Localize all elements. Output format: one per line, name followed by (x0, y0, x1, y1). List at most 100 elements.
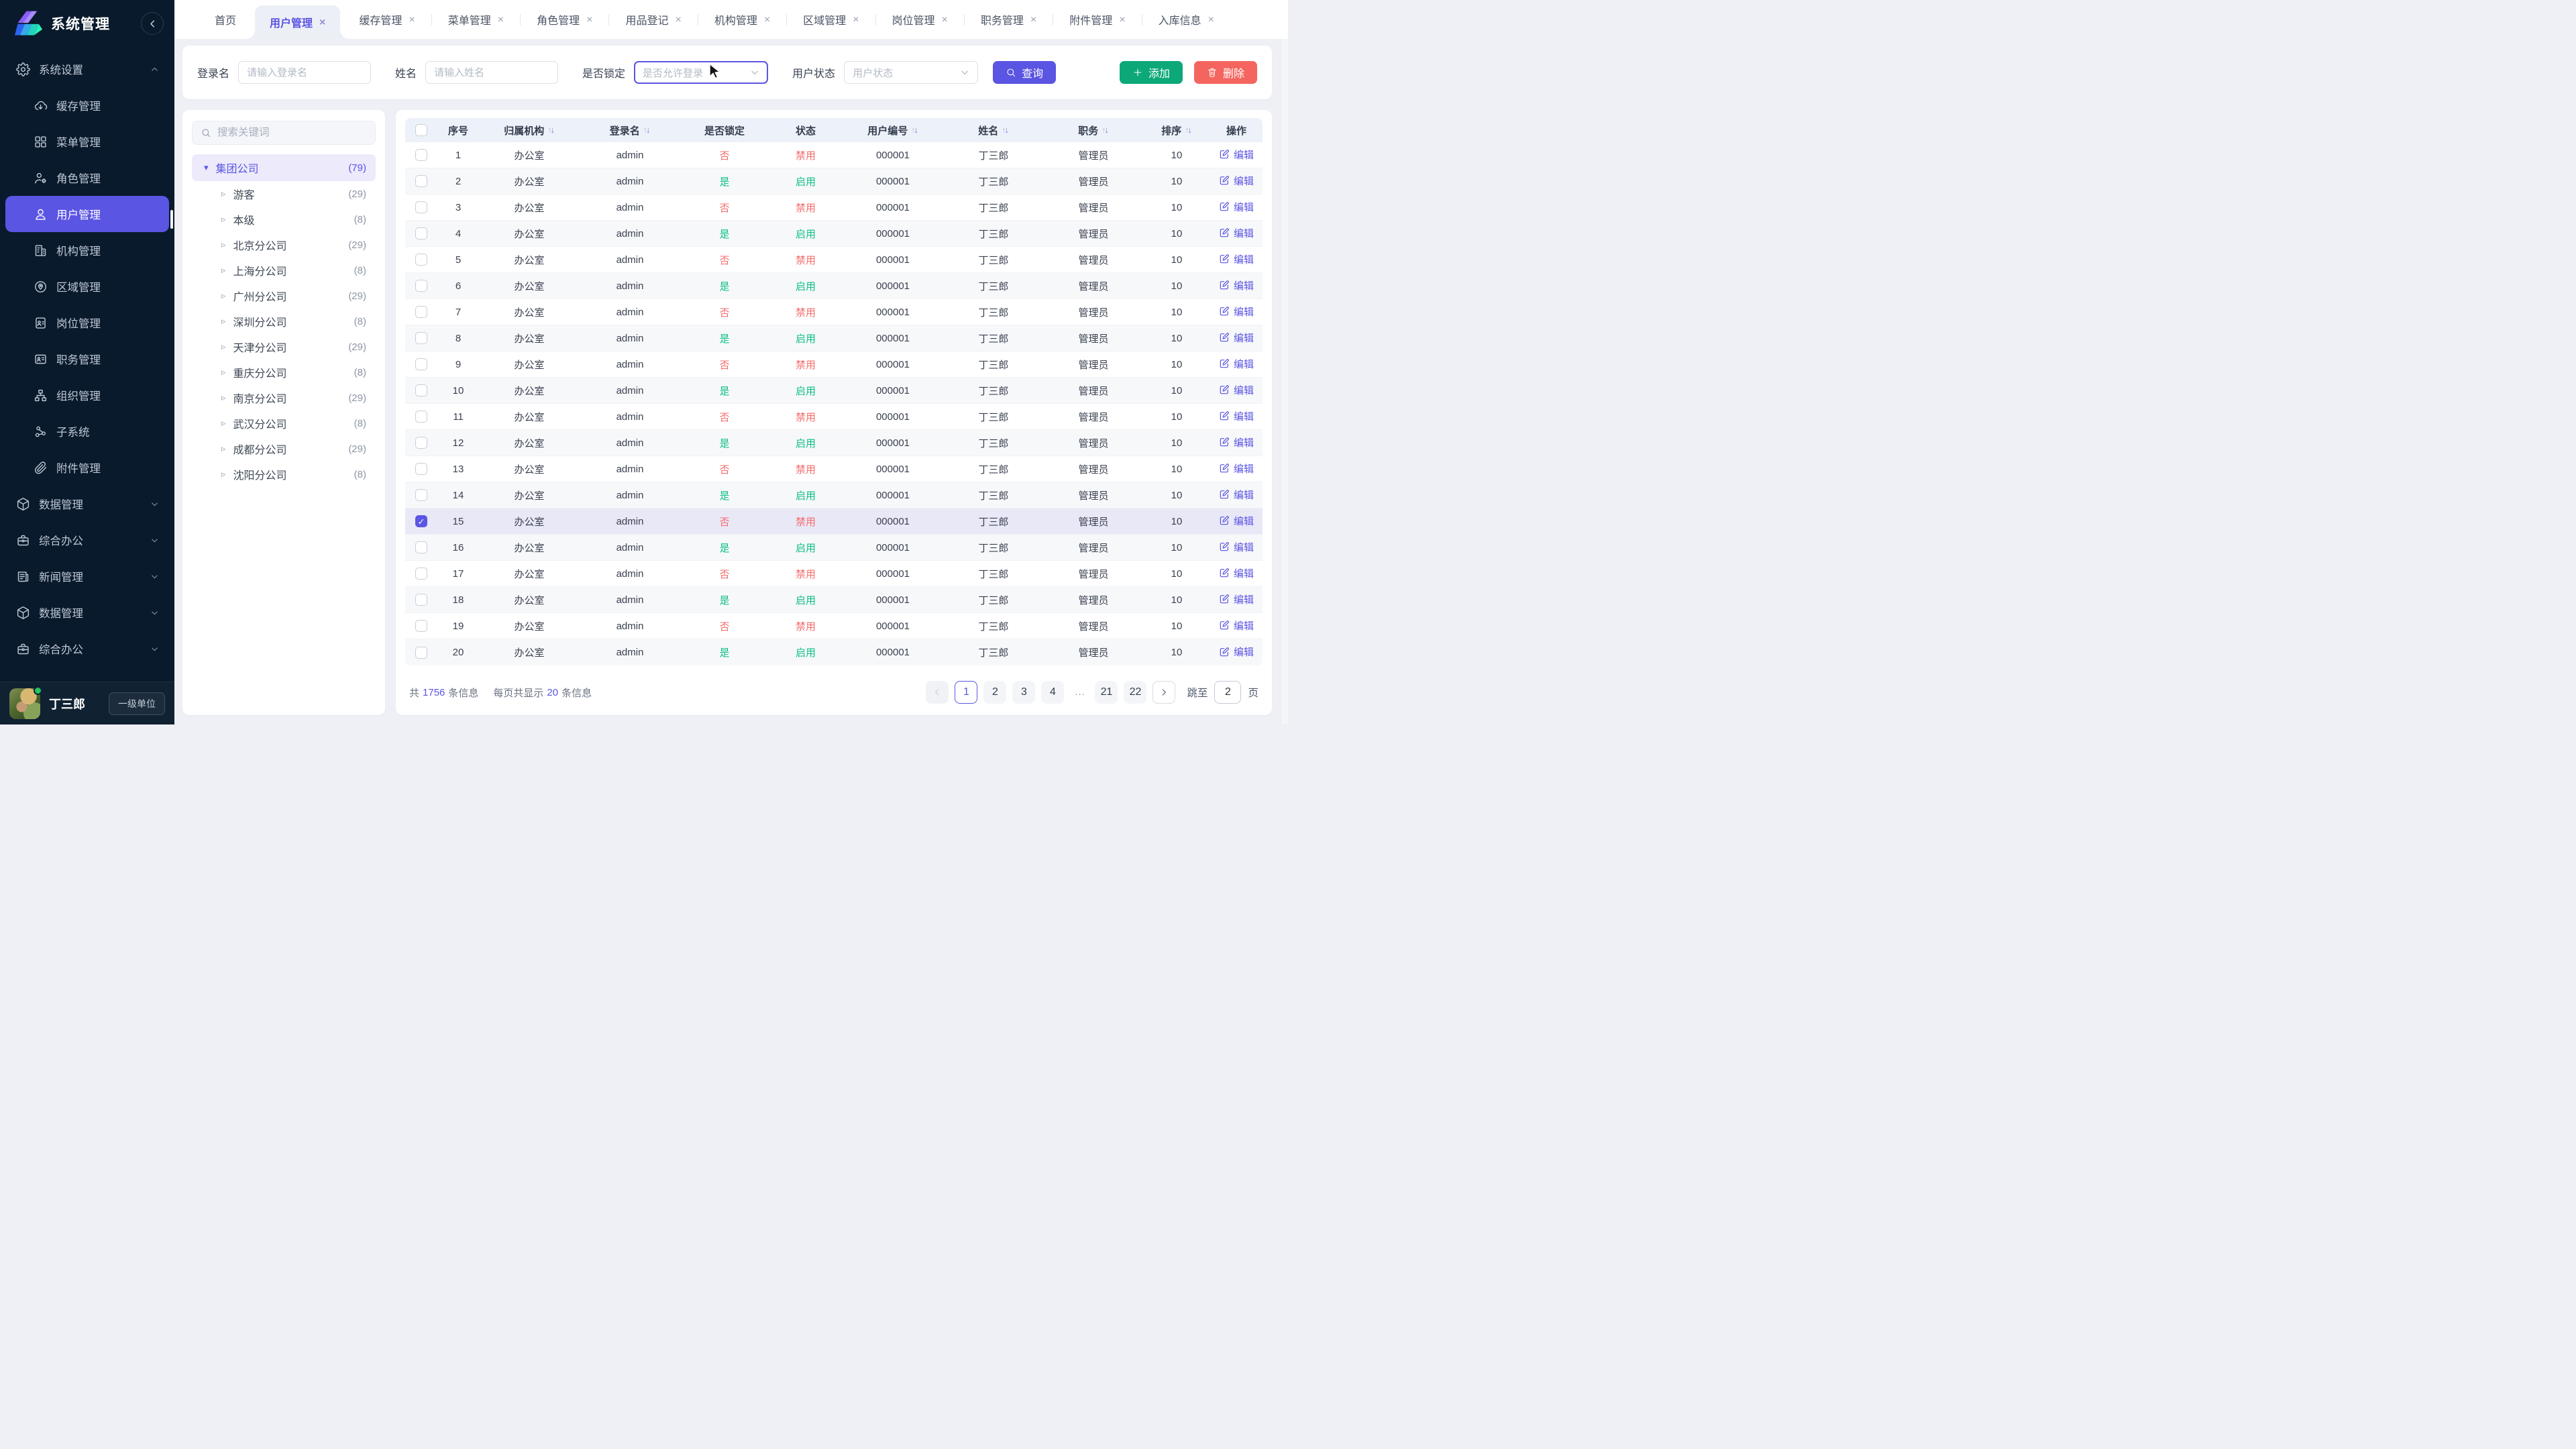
edit-button[interactable]: 编辑 (1219, 331, 1254, 345)
edit-button[interactable]: 编辑 (1219, 619, 1254, 633)
sidebar-item-职务管理[interactable]: 职务管理 (5, 341, 169, 377)
tab-close-icon[interactable]: × (1119, 15, 1125, 25)
sidebar-item-组织管理[interactable]: 组织管理 (5, 377, 169, 413)
tab-close-icon[interactable]: × (853, 15, 859, 25)
edit-button[interactable]: 编辑 (1219, 435, 1254, 449)
table-row[interactable]: 4办公室admin是启用000001丁三郎管理员10编辑 (405, 221, 1263, 247)
edit-button[interactable]: 编辑 (1219, 592, 1254, 606)
tree-node-上海分公司[interactable]: ▹上海分公司(8) (192, 258, 376, 283)
row-checkbox[interactable] (415, 568, 427, 580)
table-row[interactable]: 6办公室admin是启用000001丁三郎管理员10编辑 (405, 273, 1263, 299)
add-button[interactable]: 添加 (1120, 61, 1183, 84)
table-row[interactable]: 7办公室admin否禁用000001丁三郎管理员10编辑 (405, 299, 1263, 325)
tree-node-重庆分公司[interactable]: ▹重庆分公司(8) (192, 360, 376, 385)
select-all-checkbox[interactable] (415, 124, 427, 136)
table-row[interactable]: 12办公室admin是启用000001丁三郎管理员10编辑 (405, 430, 1263, 456)
row-checkbox[interactable] (415, 489, 427, 501)
column-header-职务[interactable]: 职务↑↓ (1044, 123, 1143, 138)
page-button-4[interactable]: 4 (1041, 681, 1064, 704)
row-checkbox[interactable]: ✓ (415, 515, 427, 527)
edit-button[interactable]: 编辑 (1219, 357, 1254, 371)
row-checkbox[interactable] (415, 254, 427, 266)
row-checkbox[interactable] (415, 541, 427, 553)
edit-button[interactable]: 编辑 (1219, 383, 1254, 397)
tree-node-沈阳分公司[interactable]: ▹沈阳分公司(8) (192, 462, 376, 487)
search-button[interactable]: 查询 (993, 61, 1056, 84)
edit-button[interactable]: 编辑 (1219, 540, 1254, 554)
edit-button[interactable]: 编辑 (1219, 409, 1254, 423)
table-row[interactable]: 8办公室admin是启用000001丁三郎管理员10编辑 (405, 325, 1263, 352)
tab-区域管理[interactable]: 区域管理× (787, 0, 875, 39)
page-button-2[interactable]: 2 (983, 681, 1006, 704)
table-row[interactable]: 3办公室admin否禁用000001丁三郎管理员10编辑 (405, 195, 1263, 221)
tab-close-icon[interactable]: × (942, 15, 948, 25)
edit-button[interactable]: 编辑 (1219, 200, 1254, 214)
row-checkbox[interactable] (415, 647, 427, 659)
prev-page-button[interactable] (926, 681, 949, 704)
sidebar-group-数据管理[interactable]: 数据管理 (5, 486, 169, 522)
sort-icon[interactable]: ↑↓ (1102, 126, 1109, 135)
tab-用户管理[interactable]: 用户管理× (255, 5, 340, 39)
next-page-button[interactable] (1152, 681, 1175, 704)
filter-select-用户状态[interactable]: 用户状态 (844, 61, 978, 84)
page-button-22[interactable]: 22 (1124, 681, 1146, 704)
tree-node-本级[interactable]: ▹本级(8) (192, 207, 376, 232)
table-row[interactable]: 9办公室admin否禁用000001丁三郎管理员10编辑 (405, 352, 1263, 378)
tab-菜单管理[interactable]: 菜单管理× (432, 0, 520, 39)
column-header-用户编号[interactable]: 用户编号↑↓ (843, 123, 943, 138)
tab-首页[interactable]: 首页 (199, 0, 252, 39)
tab-附件管理[interactable]: 附件管理× (1053, 0, 1141, 39)
tab-close-icon[interactable]: × (675, 15, 681, 25)
table-row[interactable]: 2办公室admin是启用000001丁三郎管理员10编辑 (405, 168, 1263, 195)
table-row[interactable]: ✓15办公室admin否禁用000001丁三郎管理员10编辑 (405, 508, 1263, 535)
sidebar-item-区域管理[interactable]: 区域管理 (5, 268, 169, 305)
tree-node-root[interactable]: ▾ 集团公司 (79) (192, 154, 376, 181)
edit-button[interactable]: 编辑 (1219, 174, 1254, 188)
tree-node-游客[interactable]: ▹游客(29) (192, 181, 376, 207)
page-button-3[interactable]: 3 (1012, 681, 1035, 704)
edit-button[interactable]: 编辑 (1219, 566, 1254, 580)
sidebar-group-综合办公[interactable]: 综合办公 (5, 522, 169, 558)
table-row[interactable]: 18办公室admin是启用000001丁三郎管理员10编辑 (405, 587, 1263, 613)
tree-node-深圳分公司[interactable]: ▹深圳分公司(8) (192, 309, 376, 334)
tab-缓存管理[interactable]: 缓存管理× (343, 0, 431, 39)
row-checkbox[interactable] (415, 201, 427, 213)
row-checkbox[interactable] (415, 620, 427, 632)
sidebar-item-缓存管理[interactable]: 缓存管理 (5, 87, 169, 123)
sidebar-item-用户管理[interactable]: 用户管理 (5, 196, 169, 232)
page-button-1[interactable]: 1 (955, 681, 977, 704)
sort-icon[interactable]: ↑↓ (911, 126, 918, 135)
table-row[interactable]: 10办公室admin是启用000001丁三郎管理员10编辑 (405, 378, 1263, 404)
column-header-姓名[interactable]: 姓名↑↓ (943, 123, 1044, 138)
tree-node-成都分公司[interactable]: ▹成都分公司(29) (192, 436, 376, 462)
sort-icon[interactable]: ↑↓ (643, 126, 651, 135)
row-checkbox[interactable] (415, 358, 427, 370)
delete-button[interactable]: 删除 (1194, 61, 1257, 84)
sidebar-item-附件管理[interactable]: 附件管理 (5, 449, 169, 486)
tree-node-北京分公司[interactable]: ▹北京分公司(29) (192, 232, 376, 258)
sort-icon[interactable]: ↑↓ (1002, 126, 1009, 135)
sidebar-item-机构管理[interactable]: 机构管理 (5, 232, 169, 268)
page-jump-input[interactable] (1214, 681, 1241, 704)
tab-close-icon[interactable]: × (319, 17, 325, 28)
edit-button[interactable]: 编辑 (1219, 514, 1254, 528)
filter-select-是否锁定[interactable]: 是否允许登录 (634, 61, 768, 84)
tab-close-icon[interactable]: × (1030, 15, 1036, 25)
tree-node-武汉分公司[interactable]: ▹武汉分公司(8) (192, 411, 376, 436)
row-checkbox[interactable] (415, 175, 427, 187)
tree-node-广州分公司[interactable]: ▹广州分公司(29) (192, 283, 376, 309)
edit-button[interactable]: 编辑 (1219, 148, 1254, 162)
tab-close-icon[interactable]: × (764, 15, 770, 25)
table-row[interactable]: 17办公室admin否禁用000001丁三郎管理员10编辑 (405, 561, 1263, 587)
tree-node-天津分公司[interactable]: ▹天津分公司(29) (192, 334, 376, 360)
sort-icon[interactable]: ↑↓ (1185, 126, 1192, 135)
edit-button[interactable]: 编辑 (1219, 226, 1254, 240)
tab-close-icon[interactable]: × (409, 15, 415, 25)
table-row[interactable]: 1办公室admin否禁用000001丁三郎管理员10编辑 (405, 142, 1263, 168)
sidebar-scrollbar-thumb[interactable] (170, 210, 173, 229)
tab-close-icon[interactable]: × (498, 15, 504, 25)
table-row[interactable]: 19办公室admin否禁用000001丁三郎管理员10编辑 (405, 613, 1263, 639)
row-checkbox[interactable] (415, 437, 427, 449)
table-row[interactable]: 5办公室admin否禁用000001丁三郎管理员10编辑 (405, 247, 1263, 273)
row-checkbox[interactable] (415, 411, 427, 423)
